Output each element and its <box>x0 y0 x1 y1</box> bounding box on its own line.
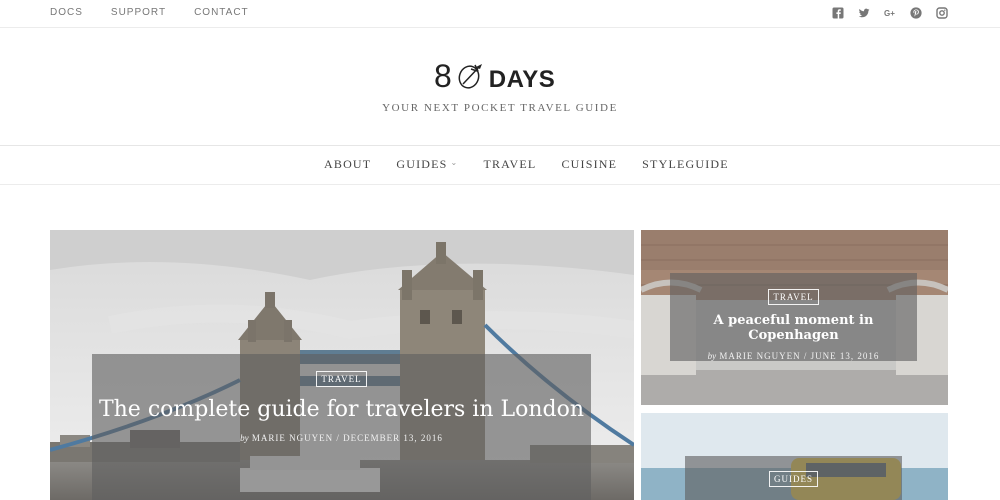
category-badge[interactable]: TRAVEL <box>768 289 819 305</box>
author-name[interactable]: MARIE NGUYEN <box>719 351 800 361</box>
post-meta: by MARIE NGUYEN / DECEMBER 13, 2016 <box>92 433 591 443</box>
featured-post-london[interactable]: TRAVEL The complete guide for travelers … <box>50 230 634 500</box>
post-meta: by MARIE NGUYEN / JUNE 13, 2016 <box>670 351 917 361</box>
post-copenhagen[interactable]: TRAVEL A peaceful moment in Copenhagen b… <box>641 230 948 405</box>
logo-number: 8 <box>434 58 452 94</box>
pinterest-icon[interactable] <box>910 6 922 19</box>
site-logo[interactable]: 8 DAYS <box>434 58 555 94</box>
nav-item-travel[interactable]: TRAVEL <box>483 157 536 172</box>
tagline: YOUR NEXT POCKET TRAVEL GUIDE <box>382 102 618 114</box>
social-links: G+ <box>832 6 948 19</box>
nav-item-styleguide[interactable]: STYLEGUIDE <box>642 157 729 172</box>
svg-text:G+: G+ <box>884 9 895 18</box>
facebook-icon[interactable] <box>832 6 844 19</box>
nav-item-label: GUIDES <box>396 157 448 171</box>
support-link[interactable]: SUPPORT <box>111 7 166 18</box>
by-label: by <box>240 433 249 444</box>
docs-link[interactable]: DOCS <box>50 7 83 18</box>
contact-link[interactable]: CONTACT <box>194 7 249 18</box>
post-title[interactable]: The complete guide for travelers in Lond… <box>92 397 591 423</box>
post-date: JUNE 13, 2016 <box>810 351 880 361</box>
post-overlay: TRAVEL A peaceful moment in Copenhagen b… <box>670 273 917 361</box>
main-nav: ABOUT GUIDES ⌄ TRAVEL CUISINE STYLEGUIDE <box>0 147 1000 185</box>
post-guides[interactable]: GUIDES <box>641 413 948 500</box>
post-date: DECEMBER 13, 2016 <box>343 433 443 444</box>
post-overlay: GUIDES <box>685 456 902 500</box>
logo-word: DAYS <box>488 66 556 93</box>
nav-item-about[interactable]: ABOUT <box>324 157 371 172</box>
top-links: DOCS SUPPORT CONTACT <box>50 7 249 18</box>
nav-item-label: ABOUT <box>324 157 372 171</box>
top-bar: DOCS SUPPORT CONTACT G+ <box>0 0 1000 28</box>
nav-item-label: TRAVEL <box>483 157 537 171</box>
globe-plane-icon <box>458 64 482 89</box>
meta-separator: / <box>803 351 808 361</box>
chevron-down-icon: ⌄ <box>450 158 459 167</box>
post-title[interactable]: A peaceful moment in Copenhagen <box>670 313 917 343</box>
category-badge[interactable]: GUIDES <box>769 471 818 487</box>
instagram-icon[interactable] <box>936 6 948 19</box>
google-plus-icon[interactable]: G+ <box>884 6 896 18</box>
nav-item-guides[interactable]: GUIDES ⌄ <box>396 157 458 172</box>
nav-item-cuisine[interactable]: CUISINE <box>561 157 617 172</box>
meta-separator: / <box>336 433 340 444</box>
author-name[interactable]: MARIE NGUYEN <box>252 433 333 443</box>
twitter-icon[interactable] <box>858 6 870 18</box>
nav-item-label: STYLEGUIDE <box>642 157 729 171</box>
post-overlay: TRAVEL The complete guide for travelers … <box>92 354 591 500</box>
site-header: 8 DAYS YOUR NEXT POCKET TRAVEL GUIDE <box>0 28 1000 146</box>
by-label: by <box>707 351 717 361</box>
category-badge[interactable]: TRAVEL <box>316 371 367 387</box>
nav-item-label: CUISINE <box>561 157 618 171</box>
